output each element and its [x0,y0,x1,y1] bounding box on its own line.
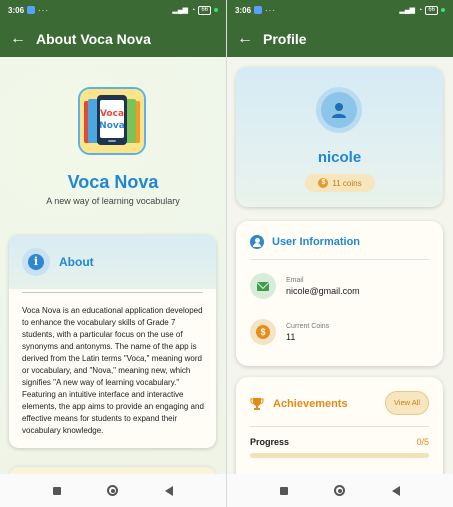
next-card-peek [9,467,216,474]
page-title: Profile [263,30,307,47]
user-icon [332,103,346,118]
divider [22,292,203,293]
email-label: Email [286,276,304,284]
status-time: 3:06 [8,5,25,15]
signal-icon: ▂▄▆ [399,7,416,14]
back-arrow-icon[interactable]: ← [10,30,32,47]
view-all-button[interactable]: View All [385,391,429,415]
progress-label: Progress [250,437,290,447]
status-icons: ▂▄▆ ◔ 66 [172,5,218,15]
profile-screen: 3:06 ··· ▂▄▆ ◔ 66 ← Profile nicole $ 11 … [227,0,453,507]
page-title: About Voca Nova [36,30,151,47]
about-heading: About [59,255,94,269]
svg-text:Voca: Voca [100,109,124,119]
about-card: i About Voca Nova is an educational appl… [9,235,216,448]
user-circle-icon [250,235,264,249]
app-name: Voca Nova [67,172,159,192]
recent-apps-icon[interactable] [280,486,289,495]
back-arrow-icon[interactable]: ← [237,30,259,47]
divider [250,259,429,260]
divider [250,426,429,427]
wifi-icon: ◔ [418,6,423,14]
username: nicole [317,149,362,166]
privacy-dot-icon [441,8,445,12]
nav-back-icon[interactable] [164,485,173,496]
current-coins-label: Current Coins [286,322,330,330]
progress-bar [250,453,429,458]
coins-badge-text: 11 coins [332,178,362,188]
profile-content[interactable]: nicole $ 11 coins User Information Email… [227,57,453,474]
trophy-icon [250,398,264,410]
nav-back-icon[interactable] [391,485,400,496]
status-time: 3:06 [235,5,252,15]
app-logo: Voca Nova [78,87,146,155]
email-value: nicole@gmail.com [286,285,360,296]
progress-count: 0/5 [416,437,429,447]
app-bar: ← Profile [227,20,453,57]
status-bar: 3:06 ··· ▂▄▆ ◔ 66 [0,0,226,20]
profile-card: nicole $ 11 coins [236,67,443,207]
coin-icon: $ [318,178,329,188]
about-description: Voca Nova is an educational application … [22,306,204,435]
status-bar: 3:06 ··· ▂▄▆ ◔ 66 [227,0,453,20]
more-notifications-icon: ··· [38,5,50,15]
home-icon[interactable] [334,485,346,496]
coins-badge: $ 11 coins [305,174,375,192]
svg-text:Nova: Nova [99,121,125,131]
signal-icon: ▂▄▆ [172,7,189,14]
info-icon: i [22,248,50,276]
home-icon[interactable] [107,485,119,496]
notification-icon [27,6,36,14]
avatar [316,87,362,133]
current-coins-value: 11 [286,331,296,342]
achievements-heading: Achievements [273,398,348,410]
app-bar: ← About Voca Nova [0,20,226,57]
status-icons: ▂▄▆ ◔ 66 [399,5,445,15]
user-information-card: User Information Email nicole@gmail.com … [236,221,443,366]
achievements-header: Achievements [250,397,348,411]
user-info-heading: User Information [272,236,361,248]
wifi-icon: ◔ [191,6,196,14]
book-phone-logo-icon: Voca Nova [80,89,144,153]
battery-icon: 66 [425,5,438,15]
more-notifications-icon: ··· [265,5,277,15]
system-nav-bar [227,474,453,507]
privacy-dot-icon [214,8,218,12]
recent-apps-icon[interactable] [53,486,62,495]
battery-icon: 66 [198,5,211,15]
achievements-card: Achievements View All Progress 0/5 [236,377,443,474]
coins-row: $ Current Coins 11 [250,319,329,345]
mail-icon [250,273,276,299]
dollar-coin-icon: $ [250,319,276,345]
app-tagline: A new way of learning vocabulary [46,196,180,206]
about-screen: 3:06 ··· ▂▄▆ ◔ 66 ← About Voca Nova Voca… [0,0,226,507]
system-nav-bar [0,474,226,507]
user-info-header: User Information [250,235,360,249]
email-row: Email nicole@gmail.com [250,273,360,299]
about-content[interactable]: Voca Nova Voca Nova A new way of learnin… [0,57,226,474]
about-card-header: i About [9,235,216,289]
notification-icon [254,6,263,14]
